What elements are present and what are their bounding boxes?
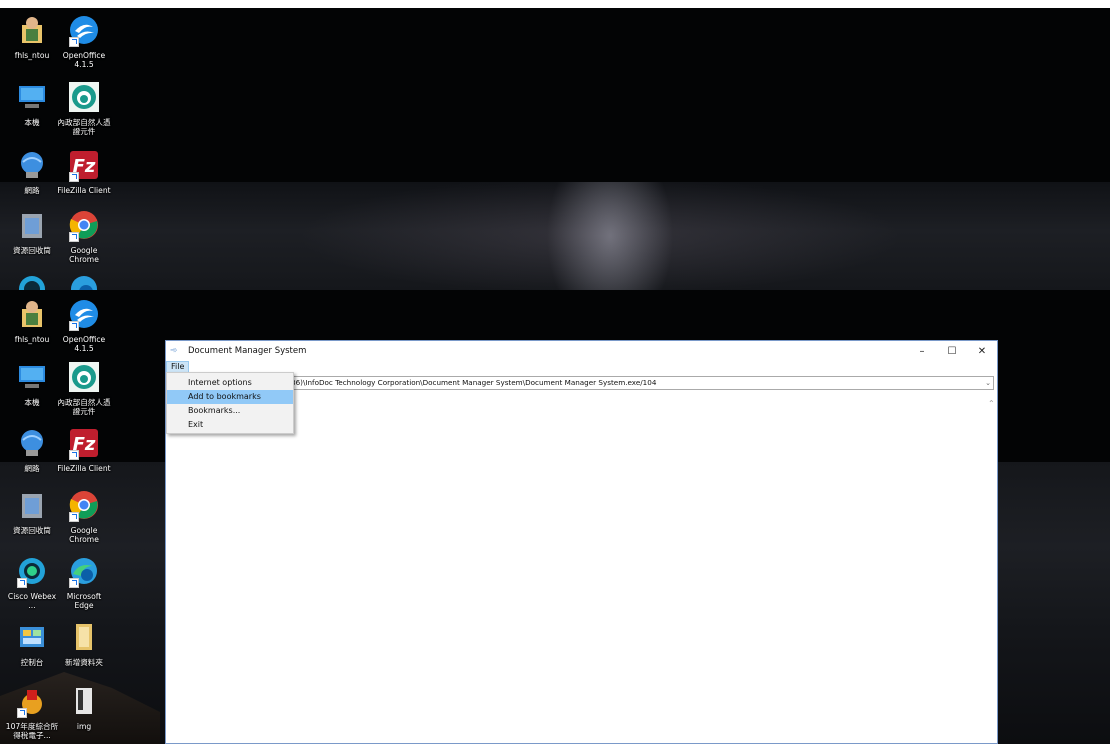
desktop-icon-new-folder[interactable]: 新增資料夾 — [56, 620, 112, 667]
user-folder-icon — [15, 13, 49, 47]
desktop-icon-label: OpenOffice 4.1.5 — [62, 51, 106, 69]
openoffice-icon — [67, 13, 101, 47]
desktop-icon-fhls-ntou[interactable]: fhls_ntou — [4, 13, 60, 60]
scroll-up-icon[interactable]: ⌃ — [988, 399, 995, 408]
desktop-icon-label: 網路 — [24, 464, 40, 473]
window-title: Document Manager System — [188, 346, 307, 356]
file-menu-dropdown: Internet options Add to bookmarks Bookma… — [166, 372, 294, 434]
desktop-icon-label: 新增資料夾 — [65, 658, 103, 667]
desktop-icon-webex[interactable]: Cisco Webex ... — [4, 554, 60, 610]
computer-icon — [15, 80, 49, 114]
shortcut-arrow-icon — [69, 232, 79, 242]
content-area — [166, 391, 997, 743]
recycle-bin-icon — [15, 488, 49, 522]
control-panel-icon — [15, 620, 49, 654]
desktop-icon-label: fhls_ntou — [14, 335, 50, 344]
desktop-icon-network[interactable]: 網路 — [4, 426, 60, 473]
desktop-icon-label: fhls_ntou — [14, 51, 50, 60]
desktop-icon-label: 內政部自然人憑證元件 — [57, 398, 111, 416]
desktop-icon-label: img — [76, 722, 92, 731]
minimize-button[interactable]: – — [907, 341, 937, 361]
desktop-icon-recycle-bin[interactable]: 資源回收筒 — [4, 488, 60, 535]
shortcut-arrow-icon — [17, 578, 27, 588]
desktop-icon-filezilla[interactable]: Fz FileZilla Client — [56, 148, 112, 195]
address-combobox[interactable]: 86)\InfoDoc Technology Corporation\Docum… — [286, 376, 994, 390]
desktop-icon-chrome[interactable]: Google Chrome — [56, 488, 112, 544]
tax-icon — [15, 684, 49, 718]
shortcut-arrow-icon — [69, 37, 79, 47]
edge-icon — [67, 272, 101, 290]
desktop-icon-label: 內政部自然人憑證元件 — [57, 118, 111, 136]
network-icon — [15, 426, 49, 460]
recycle-bin-icon — [15, 208, 49, 242]
desktop-icon-network[interactable]: 網路 — [4, 148, 60, 195]
shortcut-arrow-icon — [69, 512, 79, 522]
desktop-upper: fhls_ntou OpenOffice 4.1.5 本機 內政部自然人憑證元件 — [0, 8, 1110, 290]
shortcut-arrow-icon — [69, 321, 79, 331]
user-folder-icon — [15, 297, 49, 331]
filezilla-icon: Fz — [67, 148, 101, 182]
file-icon — [67, 684, 101, 718]
maximize-button[interactable]: ☐ — [937, 341, 967, 361]
desktop-icon-openoffice[interactable]: OpenOffice 4.1.5 — [56, 297, 112, 353]
menu-item-internet-options[interactable]: Internet options — [167, 376, 293, 390]
desktop-icon-label: OpenOffice 4.1.5 — [62, 335, 106, 353]
desktop-icon-openoffice[interactable]: OpenOffice 4.1.5 — [56, 13, 112, 69]
vertical-scrollbar[interactable]: ⌃ — [987, 391, 997, 743]
desktop-icon-this-pc[interactable]: 本機 — [4, 360, 60, 407]
desktop-icon-label: FileZilla Client — [57, 464, 111, 473]
menu-item-exit[interactable]: Exit — [167, 418, 293, 432]
desktop-icon-filezilla[interactable]: Fz FileZilla Client — [56, 426, 112, 473]
desktop-icon-label: 本機 — [24, 398, 40, 407]
openoffice-icon — [67, 297, 101, 331]
desktop-icon-this-pc[interactable]: 本機 — [4, 80, 60, 127]
moica-icon — [67, 80, 101, 114]
desktop-icon-control-panel[interactable]: 控制台 — [4, 620, 60, 667]
shortcut-arrow-icon — [69, 450, 79, 460]
desktop-icon-edge[interactable]: Microsoft Edge — [56, 554, 112, 610]
desktop-icon-moica[interactable]: 內政部自然人憑證元件 — [56, 360, 112, 416]
desktop-icon-img[interactable]: img — [56, 684, 112, 731]
moica-icon — [67, 360, 101, 394]
desktop-icon-label: Microsoft Edge — [66, 592, 102, 610]
shortcut-arrow-icon — [69, 578, 79, 588]
close-button[interactable]: ✕ — [967, 341, 997, 361]
desktop-icon-recycle-bin[interactable]: 資源回收筒 — [4, 208, 60, 255]
shortcut-arrow-icon — [17, 708, 27, 718]
desktop-icon-label: 107年度綜合所得稅電子... — [5, 722, 59, 740]
desktop-icon-label: 資源回收筒 — [13, 246, 51, 255]
desktop-icon-fhls-ntou[interactable]: fhls_ntou — [4, 297, 60, 344]
chrome-icon — [67, 488, 101, 522]
desktop-icon-label: 資源回收筒 — [13, 526, 51, 535]
desktop-icon-chrome[interactable]: Google Chrome — [56, 208, 112, 264]
desktop-icon-label: Cisco Webex ... — [7, 592, 57, 610]
milky-way-band — [0, 182, 1110, 290]
shortcut-arrow-icon — [69, 172, 79, 182]
chrome-icon — [67, 208, 101, 242]
menu-item-bookmarks[interactable]: Bookmarks... — [167, 404, 293, 418]
desktop-icon-moica[interactable]: 內政部自然人憑證元件 — [56, 80, 112, 136]
title-bar[interactable]: ➾ Document Manager System – ☐ ✕ — [166, 341, 997, 361]
desktop-icon-label: Google Chrome — [69, 246, 99, 264]
desktop-icon-label: 網路 — [24, 186, 40, 195]
edge-icon — [67, 554, 101, 588]
desktop-icon-edge-partial[interactable] — [56, 272, 112, 290]
folder-icon — [67, 620, 101, 654]
address-text: 86)\InfoDoc Technology Corporation\Docum… — [291, 378, 657, 387]
desktop-icon-tax-software[interactable]: 107年度綜合所得稅電子... — [4, 684, 60, 740]
webex-icon — [15, 272, 49, 290]
app-icon: ➾ — [170, 346, 178, 356]
chevron-down-icon[interactable]: ⌄ — [985, 377, 991, 389]
network-icon — [15, 148, 49, 182]
webex-icon — [15, 554, 49, 588]
desktop-icon-label: FileZilla Client — [57, 186, 111, 195]
desktop-icon-label: 控制台 — [20, 658, 44, 667]
desktop-icon-webex-partial[interactable] — [4, 272, 60, 290]
desktop-icon-label: Google Chrome — [69, 526, 99, 544]
computer-icon — [15, 360, 49, 394]
menu-item-add-to-bookmarks[interactable]: Add to bookmarks — [167, 390, 293, 404]
filezilla-icon: Fz — [67, 426, 101, 460]
desktop-icon-label: 本機 — [24, 118, 40, 127]
